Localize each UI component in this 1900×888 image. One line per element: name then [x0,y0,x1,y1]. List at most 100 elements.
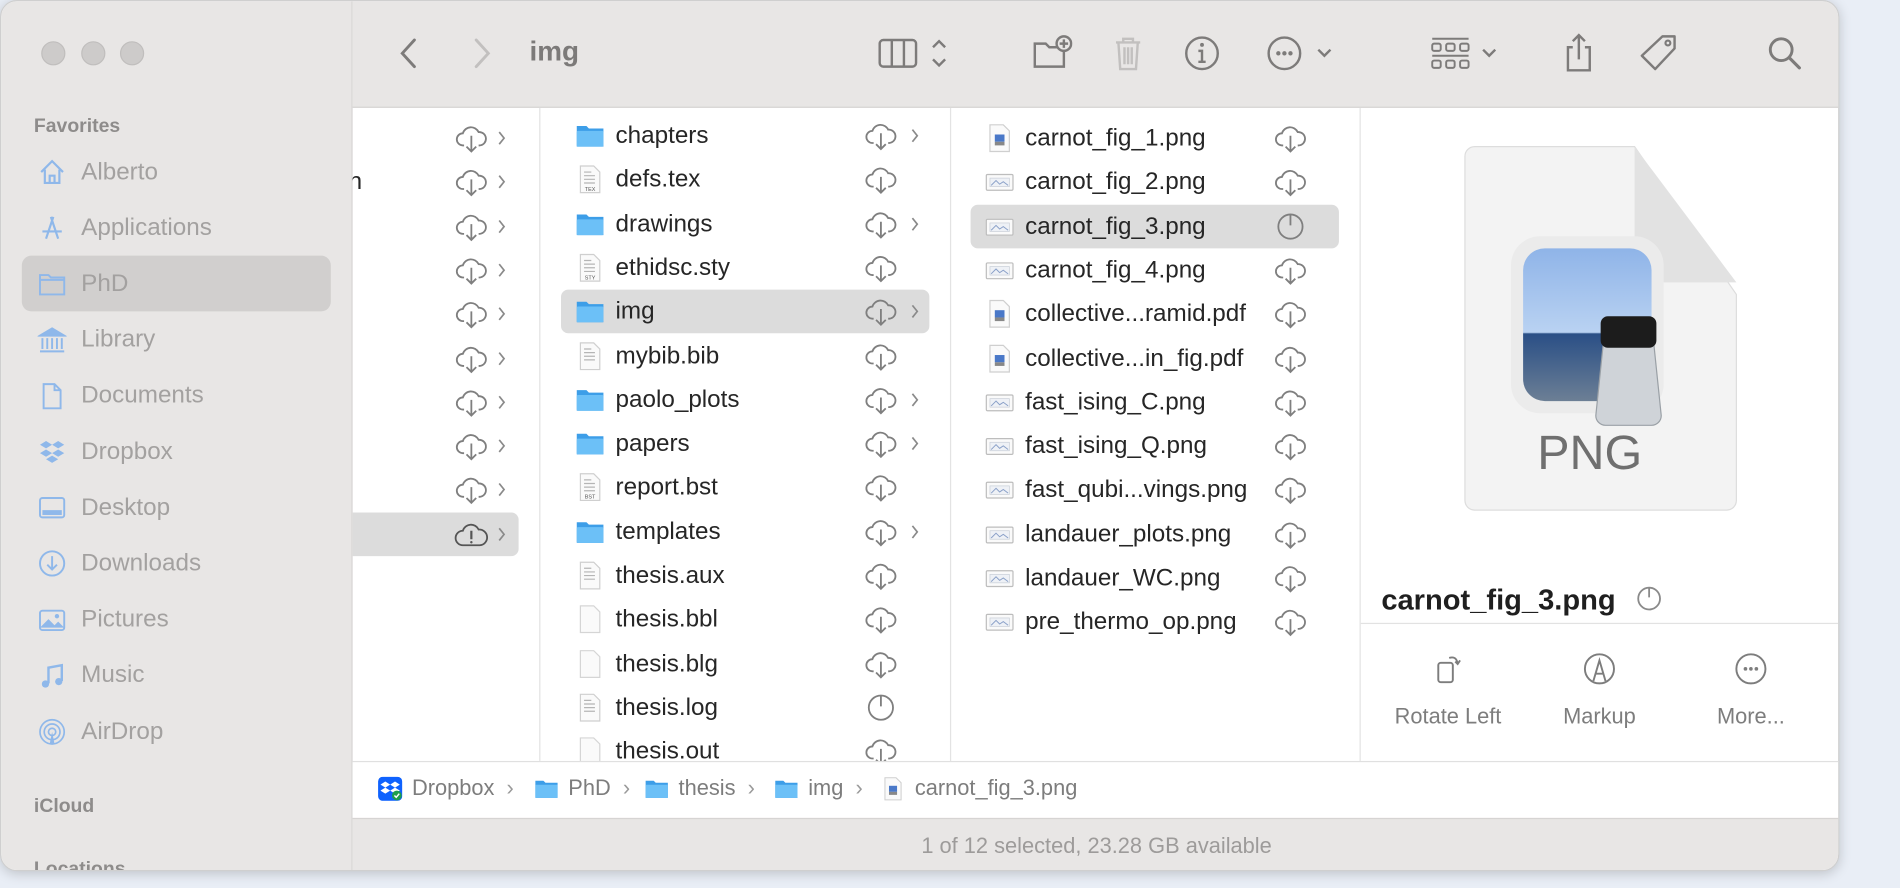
list-item[interactable]: BST report.bst [561,466,929,510]
column-img[interactable]: carnot_fig_1.png carnot_fig_2.png carnot_f… [951,107,1361,761]
item-name: pre_thermo_op.png [1025,608,1237,636]
chevron-right-icon [496,128,508,147]
list-item[interactable]: drawings [561,202,929,246]
item-name: carnot_fig_4.png [1025,256,1206,284]
path-item-0[interactable]: Dropbox › [378,775,514,801]
list-item[interactable]: ts [353,336,519,380]
list-item[interactable]: thesis.out [561,730,929,761]
list-item[interactable]: thesis.bbl [561,598,929,642]
list-item[interactable]: TEX defs.tex [561,158,929,202]
list-item[interactable]: s [353,248,519,292]
image-file-icon [881,776,905,800]
chevron-right-icon [496,172,508,191]
sidebar-item-library[interactable]: Library [22,312,331,368]
cloud-alert-icon [454,518,489,550]
folder-icon [576,429,605,458]
sidebar-item-downloads[interactable]: Downloads [22,536,331,592]
chevron-right-icon [496,348,508,367]
list-item[interactable]: carnot_fig_2.png [971,160,1339,204]
list-item[interactable]: fast_qubi...vings.png [971,468,1339,512]
sidebar-item-desktop[interactable]: Desktop [22,480,331,536]
minimize-button[interactable] [81,41,106,66]
list-item[interactable]: carnot_fig_4.png [971,248,1339,292]
sidebar-item-phd[interactable]: PhD [21,256,331,312]
download-progress-icon [1273,210,1307,242]
search-icon[interactable] [1764,33,1805,74]
path-item-2[interactable]: thesis › [645,775,755,800]
group-icon[interactable] [1429,33,1502,74]
music-icon [41,663,64,688]
list-item[interactable]: mission [353,160,519,204]
list-item[interactable] [353,468,519,512]
rotate-left-icon [1437,656,1461,684]
sidebar-item-alberto[interactable]: Alberto [22,144,331,200]
list-item[interactable] [353,380,519,424]
list-item[interactable]: thesis.aux [561,554,929,598]
cloud-download-icon [1273,474,1307,506]
list-item[interactable]: fast_ising_Q.png [971,424,1339,468]
list-item[interactable]: carnot_fig_1.png [971,116,1339,160]
list-item[interactable]: pre_thermo_op.png [971,600,1339,644]
more-icon[interactable] [1264,33,1337,74]
sidebar-item-documents[interactable]: Documents [22,368,331,424]
list-item[interactable]: img [561,289,930,334]
list-item[interactable]: templates [561,510,929,554]
cloud-download-icon [1273,342,1307,374]
chevron-left-icon[interactable] [389,33,430,74]
list-item[interactable]: fast_ising_C.png [971,380,1339,424]
list-item[interactable]: landauer_WC.png [971,556,1339,600]
path-item-label: carnot_fig_3.png [914,775,1078,800]
sidebar-item-music[interactable]: Music [22,648,331,704]
item-name: mission [353,169,362,197]
list-item[interactable]: thesis.log [561,686,929,730]
tag-icon[interactable] [1638,33,1679,74]
image-file-icon [985,475,1014,504]
info-icon[interactable] [1181,33,1222,74]
document-icon [576,561,605,590]
rotate-left-button[interactable]: Rotate Left [1375,651,1520,730]
list-item[interactable]: mybib.bib [561,334,929,378]
path-item-label: thesis [678,775,736,800]
sidebar-item-dropbox[interactable]: Dropbox [22,424,331,480]
column-thesis[interactable]: chapters TEX defs.tex drawings STY ethidsc.st… [540,107,952,761]
zoom-button[interactable] [119,41,145,66]
list-item[interactable]: paolo_plots [561,378,929,422]
close-button[interactable] [41,41,66,66]
path-item-1[interactable]: PhD › [534,775,630,800]
sidebar-item-applications[interactable]: Applications [22,200,331,256]
list-item[interactable] [353,116,519,160]
share-icon[interactable] [1558,33,1599,74]
list-item[interactable] [353,292,519,336]
document-icon [576,341,605,370]
library-icon [37,326,67,352]
path-item-3[interactable]: img › [774,775,863,800]
list-item[interactable]: STY ethidsc.sty [561,246,929,290]
sidebar-item-airdrop[interactable]: AirDrop [22,704,331,760]
sidebar-section-favorites: Favorites [33,116,121,137]
list-item[interactable]: landauer_plots.png [971,512,1339,556]
new-folder-icon[interactable] [1031,33,1073,74]
sidebar-item-pictures[interactable]: Pictures [22,592,331,648]
chevron-right-icon [496,304,508,323]
cloud-download-icon [454,298,488,330]
list-item[interactable]: carnot_fig_3.png [970,204,1339,248]
sidebar-item-label: Dropbox [81,438,173,465]
list-item[interactable]: collective...ramid.pdf [971,292,1339,336]
path-item-4[interactable]: carnot_fig_3.png [881,775,1077,800]
list-item[interactable]: chapters [561,114,929,158]
more-icon [1735,653,1767,685]
markup-button[interactable]: Markup [1527,651,1672,730]
list-item[interactable]: thesis.blg [561,642,929,686]
column-view-icon[interactable] [876,33,949,74]
list-item[interactable]: tters [353,204,519,248]
list-item[interactable]: collective...in_fig.pdf [971,336,1339,380]
item-name: thesis.bbl [615,606,718,633]
chevron-right-icon[interactable] [462,33,503,74]
more-button[interactable]: More... [1678,651,1823,730]
list-item[interactable] [352,512,519,556]
column-parent[interactable]: mission tterss ts [352,107,541,761]
home-icon [40,159,64,185]
list-item[interactable] [353,424,519,468]
list-item[interactable]: papers [561,422,929,466]
trash-icon[interactable] [1107,33,1148,74]
